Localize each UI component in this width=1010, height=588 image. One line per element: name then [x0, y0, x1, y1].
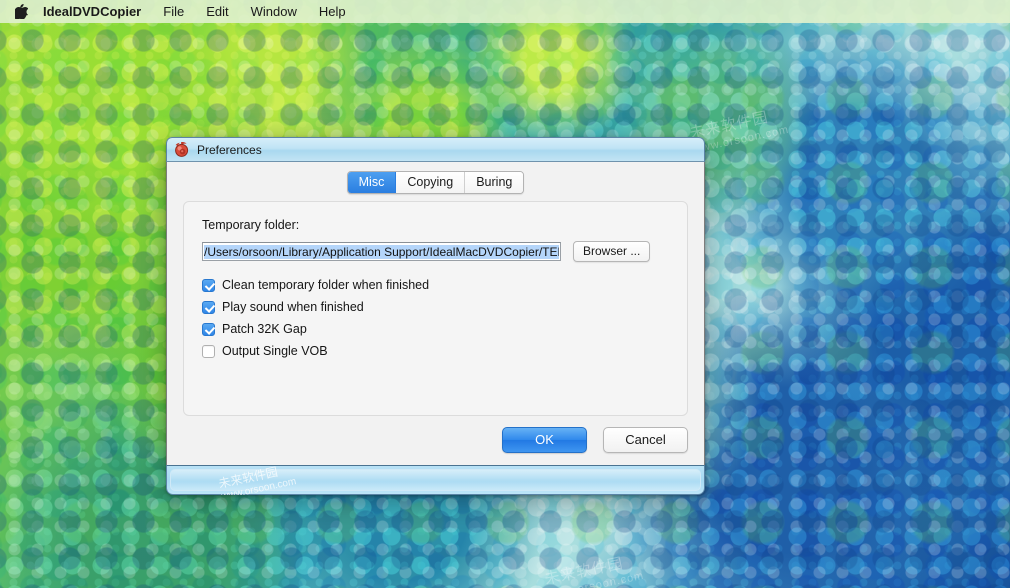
tab-bar: Misc Copying Buring: [167, 171, 704, 194]
checkbox-checked-icon[interactable]: [202, 300, 215, 314]
dialog-button-row: OK Cancel: [167, 416, 704, 465]
checkbox-checked-icon[interactable]: [202, 322, 215, 336]
cancel-button[interactable]: Cancel: [603, 427, 688, 453]
menu-item-app-name[interactable]: IdealDVDCopier: [40, 0, 152, 23]
preferences-body: Misc Copying Buring Temporary folder: Br…: [166, 162, 705, 465]
option-label: Patch 32K Gap: [222, 322, 307, 336]
menu-item-help[interactable]: Help: [308, 0, 357, 23]
apple-icon[interactable]: [10, 4, 32, 19]
options-list: Clean temporary folder when finished Pla…: [202, 278, 669, 358]
browse-button[interactable]: Browser ...: [573, 241, 651, 262]
tab-copying[interactable]: Copying: [396, 172, 466, 193]
checkbox-checked-icon[interactable]: [202, 278, 215, 292]
tab-group: Misc Copying Buring: [346, 171, 525, 194]
option-play-sound[interactable]: Play sound when finished: [202, 300, 669, 314]
option-patch-32k-gap[interactable]: Patch 32K Gap: [202, 322, 669, 336]
ok-button[interactable]: OK: [502, 427, 587, 453]
preferences-window: Preferences Misc Copying Buring Temporar…: [166, 137, 705, 495]
checkbox-unchecked-icon[interactable]: [202, 344, 215, 358]
window-footer-bar: 未来软件园 www.orsoon.com: [166, 465, 705, 495]
desktop-screen: 未来软件园 www.orsoon.com 未来软件园 www.orsoon.co…: [0, 0, 1010, 588]
option-clean-temporary-folder[interactable]: Clean temporary folder when finished: [202, 278, 669, 292]
window-title-bar[interactable]: Preferences: [166, 137, 705, 162]
menu-item-file[interactable]: File: [152, 0, 195, 23]
tab-buring[interactable]: Buring: [465, 172, 524, 193]
temporary-folder-row: Browser ...: [202, 241, 669, 262]
option-label: Clean temporary folder when finished: [222, 278, 430, 292]
menu-item-window[interactable]: Window: [240, 0, 308, 23]
menu-bar: IdealDVDCopier File Edit Window Help: [0, 0, 1010, 23]
app-logo-icon: [173, 141, 190, 158]
option-label: Output Single VOB: [222, 344, 328, 358]
misc-settings-panel: Temporary folder: Browser ... Clean temp…: [183, 201, 688, 416]
option-label: Play sound when finished: [222, 300, 364, 314]
tab-misc[interactable]: Misc: [347, 172, 397, 193]
footer-inner-bevel: [170, 469, 701, 491]
temporary-folder-input[interactable]: [202, 242, 561, 261]
window-title: Preferences: [197, 142, 262, 157]
menu-item-edit[interactable]: Edit: [195, 0, 239, 23]
temporary-folder-label: Temporary folder:: [202, 218, 300, 232]
option-output-single-vob[interactable]: Output Single VOB: [202, 344, 669, 358]
